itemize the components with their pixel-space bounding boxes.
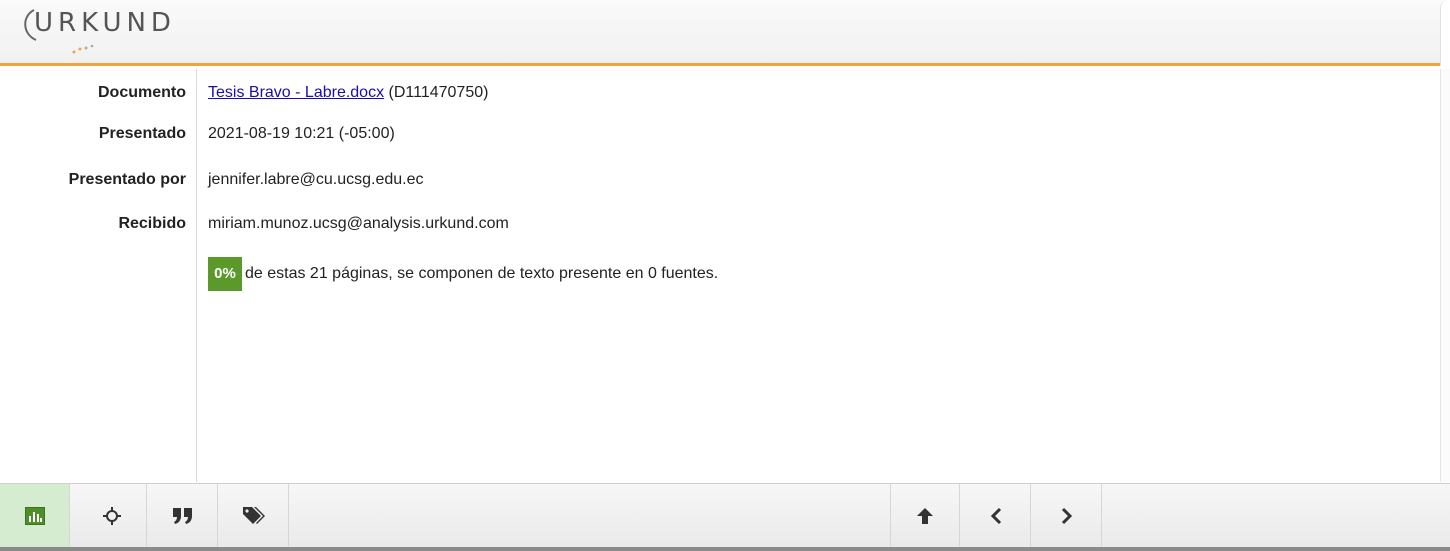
header-bar: URKUND <box>0 0 1450 66</box>
submitted-by-value: jennifer.labre@cu.ucsg.edu.ec <box>208 171 424 188</box>
similarity-summary-text: de estas 21 páginas, se componen de text… <box>245 265 719 282</box>
document-value: Tesis Bravo - Labre.docx (D111470750) <box>208 84 488 102</box>
received-value: miriam.munoz.ucsg@analysis.urkund.com <box>208 215 509 232</box>
right-scroll-edge <box>1440 69 1450 482</box>
received-label: Recibido <box>118 215 186 232</box>
submitted-by-label: Presentado por <box>68 171 186 188</box>
label-column: Documento Presentado Presentado por Reci… <box>0 69 197 482</box>
find-source-button[interactable] <box>77 484 147 548</box>
bottom-toolbar <box>0 483 1450 551</box>
chevron-left-icon <box>990 507 1001 525</box>
similarity-summary: 0% de estas 21 páginas, se componen de t… <box>208 257 718 291</box>
value-column: Tesis Bravo - Labre.docx (D111470750) 20… <box>197 69 1440 482</box>
crosshair-icon <box>102 507 121 525</box>
tags-icon <box>242 507 265 524</box>
arrow-up-icon <box>917 508 933 524</box>
scroll-top-button[interactable] <box>890 484 960 548</box>
tags-button[interactable] <box>219 484 289 548</box>
document-id: (D111470750) <box>388 84 489 101</box>
document-label: Documento <box>98 84 186 101</box>
header-right-edge <box>1440 0 1450 66</box>
overview-button[interactable] <box>0 484 70 548</box>
quotes-button[interactable] <box>148 484 218 548</box>
submitted-value: 2021-08-19 10:21 (-05:00) <box>208 125 395 142</box>
document-info-panel: Documento Presentado Presentado por Reci… <box>0 69 1450 482</box>
similarity-percent-badge: 0% <box>208 257 242 291</box>
logo-text: URKUND <box>34 8 176 38</box>
chevron-right-icon <box>1061 507 1072 525</box>
urkund-logo: URKUND <box>16 4 236 60</box>
document-link[interactable]: Tesis Bravo - Labre.docx <box>208 84 384 101</box>
bar-chart-icon <box>24 507 45 525</box>
next-button[interactable] <box>1032 484 1102 548</box>
previous-button[interactable] <box>961 484 1031 548</box>
quote-icon <box>172 508 192 524</box>
submitted-label: Presentado <box>98 125 186 142</box>
